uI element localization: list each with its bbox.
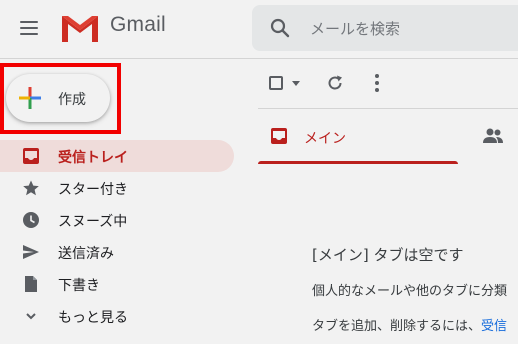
sidebar-item-snoozed[interactable]: スヌーズ中 xyxy=(0,204,234,236)
mail-toolbar xyxy=(258,70,518,100)
sidebar-item-starred[interactable]: スター付き xyxy=(0,172,234,204)
sidebar-item-label: スター付き xyxy=(58,182,128,198)
search-bar[interactable] xyxy=(252,5,518,51)
send-icon xyxy=(23,245,39,259)
select-dropdown-icon[interactable] xyxy=(292,81,300,86)
inbox-icon xyxy=(271,128,287,144)
compose-label: 作成 xyxy=(58,92,86,108)
plus-icon xyxy=(19,87,41,109)
select-all-checkbox[interactable] xyxy=(269,76,283,90)
compose-button[interactable]: 作成 xyxy=(6,74,110,122)
sidebar-item-label: 送信済み xyxy=(58,246,114,262)
people-icon xyxy=(483,128,503,143)
more-options-icon[interactable] xyxy=(370,73,384,93)
sidebar-item-label: 受信トレイ xyxy=(58,150,128,166)
search-icon[interactable] xyxy=(270,18,290,38)
gmail-app: Gmail 作成 受信トレイ xyxy=(0,0,518,344)
clock-icon xyxy=(23,212,39,228)
active-tab-indicator xyxy=(258,161,458,164)
empty-state-hint-text: タブを追加、削除するには、 xyxy=(312,319,482,334)
inbox-icon xyxy=(23,148,39,164)
app-name: Gmail xyxy=(110,13,166,36)
star-icon xyxy=(23,180,39,196)
chevron-down-icon xyxy=(26,313,36,320)
tab-main[interactable]: メイン xyxy=(258,112,458,164)
empty-state-description: 個人的なメールや他のタブに分類 xyxy=(312,284,508,299)
empty-state-title: [メイン] タブは空です xyxy=(312,246,464,264)
toolbar-divider xyxy=(258,108,518,109)
sidebar-item-more[interactable]: もっと見る xyxy=(0,300,234,332)
gmail-logo-icon[interactable] xyxy=(60,12,100,44)
refresh-icon[interactable] xyxy=(326,74,344,92)
sidebar-item-sent[interactable]: 送信済み xyxy=(0,236,234,268)
sidebar-item-drafts[interactable]: 下書き xyxy=(0,268,234,300)
sidebar-item-label: もっと見る xyxy=(58,310,128,326)
empty-state-hint: タブを追加、削除するには、受信 xyxy=(312,315,507,334)
tab-main-label: メイン xyxy=(304,131,346,147)
top-bar: Gmail xyxy=(0,0,518,59)
tab-social[interactable] xyxy=(470,112,518,164)
search-input[interactable] xyxy=(308,17,512,41)
main-menu-icon[interactable] xyxy=(20,19,42,37)
inbox-settings-link[interactable]: 受信 xyxy=(481,319,507,334)
draft-icon xyxy=(25,276,37,292)
sidebar-item-inbox[interactable]: 受信トレイ xyxy=(0,140,234,172)
sidebar-item-label: スヌーズ中 xyxy=(58,214,128,230)
sidebar-item-label: 下書き xyxy=(58,278,100,294)
